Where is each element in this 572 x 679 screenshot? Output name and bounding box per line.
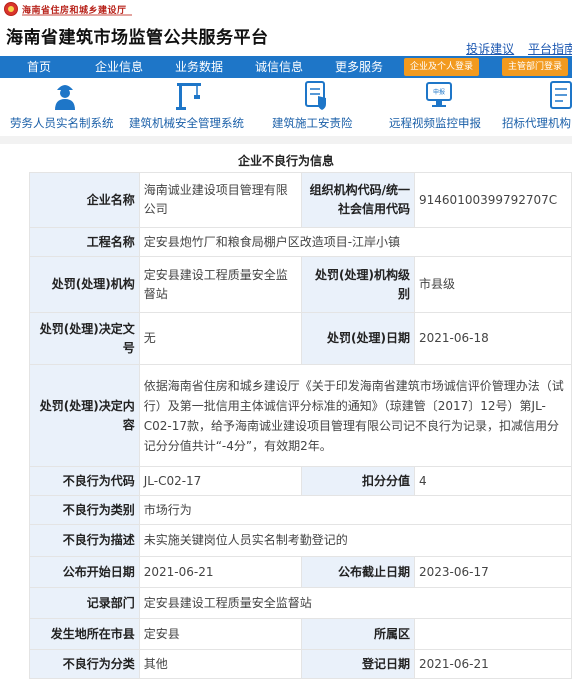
content-label: 处罚(处理)决定内容 xyxy=(29,364,140,467)
category-value: 市场行为 xyxy=(138,495,572,525)
classification-label: 不良行为分类 xyxy=(29,649,140,679)
nav-home[interactable]: 首页 xyxy=(27,56,51,78)
national-emblem-icon xyxy=(4,2,18,16)
table-row: 企业名称 海南诚业建设项目管理有限公司 组织机构代码/统一社会信用代码 9146… xyxy=(29,172,572,228)
code-value: JL-C02-17 xyxy=(138,466,303,496)
guide-link[interactable]: 平台指南 xyxy=(528,42,572,56)
department-underline xyxy=(22,14,132,16)
district-value xyxy=(414,618,572,650)
city-value: 定安县 xyxy=(138,618,303,650)
shield-document-icon xyxy=(305,81,326,110)
authority-label: 处罚(处理)机构 xyxy=(29,256,140,313)
score-value: 4 xyxy=(414,466,572,496)
code-label: 不良行为代码 xyxy=(29,466,140,496)
service-label: 建筑施工安责险 xyxy=(272,116,353,130)
table-row: 记录部门 定安县建设工程质量安全监督站 xyxy=(29,587,572,619)
table-row: 不良行为代码 JL-C02-17 扣分分值 4 xyxy=(29,466,572,496)
nav-more-services[interactable]: 更多服务 xyxy=(335,56,383,78)
svg-text:申报: 申报 xyxy=(433,88,445,96)
publish-start-label: 公布开始日期 xyxy=(29,556,140,588)
project-value: 定安县炮竹厂和粮食局棚户区改造项目-江岸小镇 xyxy=(138,227,572,257)
publish-end-value: 2023-06-17 xyxy=(414,556,572,588)
description-value: 未实施关键岗位人员实名制考勤登记的 xyxy=(138,524,572,557)
main-nav: 首页 企业信息 业务数据 诚信信息 更多服务 企业及个人登录 主管部门登录 xyxy=(0,56,572,78)
service-label: 招标代理机构 xyxy=(502,116,571,130)
nav-credit-info[interactable]: 诚信信息 xyxy=(255,56,303,78)
authority-level-value: 市县级 xyxy=(414,256,572,313)
score-label: 扣分分值 xyxy=(301,466,416,496)
doc-no-value: 无 xyxy=(138,312,303,365)
credit-code-label: 组织机构代码/统一社会信用代码 xyxy=(301,172,416,228)
doc-no-label: 处罚(处理)决定文号 xyxy=(29,312,140,365)
project-label: 工程名称 xyxy=(29,227,140,257)
table-row: 发生地所在市县 定安县 所属区 xyxy=(29,618,572,650)
authority-value: 定安县建设工程质量安全监督站 xyxy=(138,256,303,313)
company-name-value: 海南诚业建设项目管理有限公司 xyxy=(138,172,303,228)
decision-date-label: 处罚(处理)日期 xyxy=(301,312,416,365)
document-icon xyxy=(550,81,572,109)
section-divider xyxy=(0,136,572,144)
site-header: 海南省住房和城乡建设厅 海南省建筑市场监管公共服务平台 投诉建议 平台指南 xyxy=(0,0,572,56)
publish-start-value: 2021-06-21 xyxy=(138,556,303,588)
complaint-link[interactable]: 投诉建议 xyxy=(466,42,514,56)
description-label: 不良行为描述 xyxy=(29,524,140,557)
credit-code-value: 91460100399792707C xyxy=(414,172,572,228)
register-date-value: 2021-06-21 xyxy=(414,649,572,679)
recorder-label: 记录部门 xyxy=(29,587,140,619)
service-icons-bar: 劳务人员实名制系统 建筑机械安全管理系统 建筑施工安责险 申报 远程视频监控申报 xyxy=(0,78,572,136)
service-label: 远程视频监控申报 xyxy=(389,116,481,130)
district-label: 所属区 xyxy=(301,618,416,650)
nav-enterprise-info[interactable]: 企业信息 xyxy=(95,56,143,78)
register-date-label: 登记日期 xyxy=(301,649,416,679)
publish-end-label: 公布截止日期 xyxy=(301,556,416,588)
dept-login-button[interactable]: 主管部门登录 xyxy=(502,58,569,76)
nav-business-data[interactable]: 业务数据 xyxy=(175,56,223,78)
classification-value: 其他 xyxy=(138,649,303,679)
table-row: 处罚(处理)决定内容 依据海南省住房和城乡建设厅《关于印发海南省建筑市场诚信评价… xyxy=(29,364,572,467)
violation-info-table: 企业名称 海南诚业建设项目管理有限公司 组织机构代码/统一社会信用代码 9146… xyxy=(29,172,572,679)
worker-icon xyxy=(55,85,75,110)
header-links: 投诉建议 平台指南 xyxy=(456,40,572,57)
recorder-value: 定安县建设工程质量安全监督站 xyxy=(138,587,572,619)
site-title: 海南省建筑市场监管公共服务平台 xyxy=(6,28,269,48)
table-row: 处罚(处理)机构 定安县建设工程质量安全监督站 处罚(处理)机构级别 市县级 xyxy=(29,256,572,313)
decision-date-value: 2021-06-18 xyxy=(414,312,572,365)
table-row: 公布开始日期 2021-06-21 公布截止日期 2023-06-17 xyxy=(29,556,572,588)
table-row: 不良行为描述 未实施关键岗位人员实名制考勤登记的 xyxy=(29,524,572,557)
service-label: 劳务人员实名制系统 xyxy=(10,116,114,130)
category-label: 不良行为类别 xyxy=(29,495,140,525)
table-row: 不良行为分类 其他 登记日期 2021-06-21 xyxy=(29,649,572,679)
monitor-report-icon: 申报 xyxy=(426,82,452,107)
table-row: 不良行为类别 市场行为 xyxy=(29,495,572,525)
enterprise-login-button[interactable]: 企业及个人登录 xyxy=(404,58,480,76)
table-row: 处罚(处理)决定文号 无 处罚(处理)日期 2021-06-18 xyxy=(29,312,572,365)
page-title: 企业不良行为信息 xyxy=(237,154,334,168)
authority-level-label: 处罚(处理)机构级别 xyxy=(301,256,416,313)
content-value: 依据海南省住房和城乡建设厅《关于印发海南省建筑市场诚信评价管理办法（试行）及第一… xyxy=(138,364,572,467)
company-name-label: 企业名称 xyxy=(29,172,140,228)
service-label: 建筑机械安全管理系统 xyxy=(129,116,244,130)
crane-icon xyxy=(176,83,201,110)
table-row: 工程名称 定安县炮竹厂和粮食局棚户区改造项目-江岸小镇 xyxy=(29,227,572,257)
city-label: 发生地所在市县 xyxy=(29,618,140,650)
